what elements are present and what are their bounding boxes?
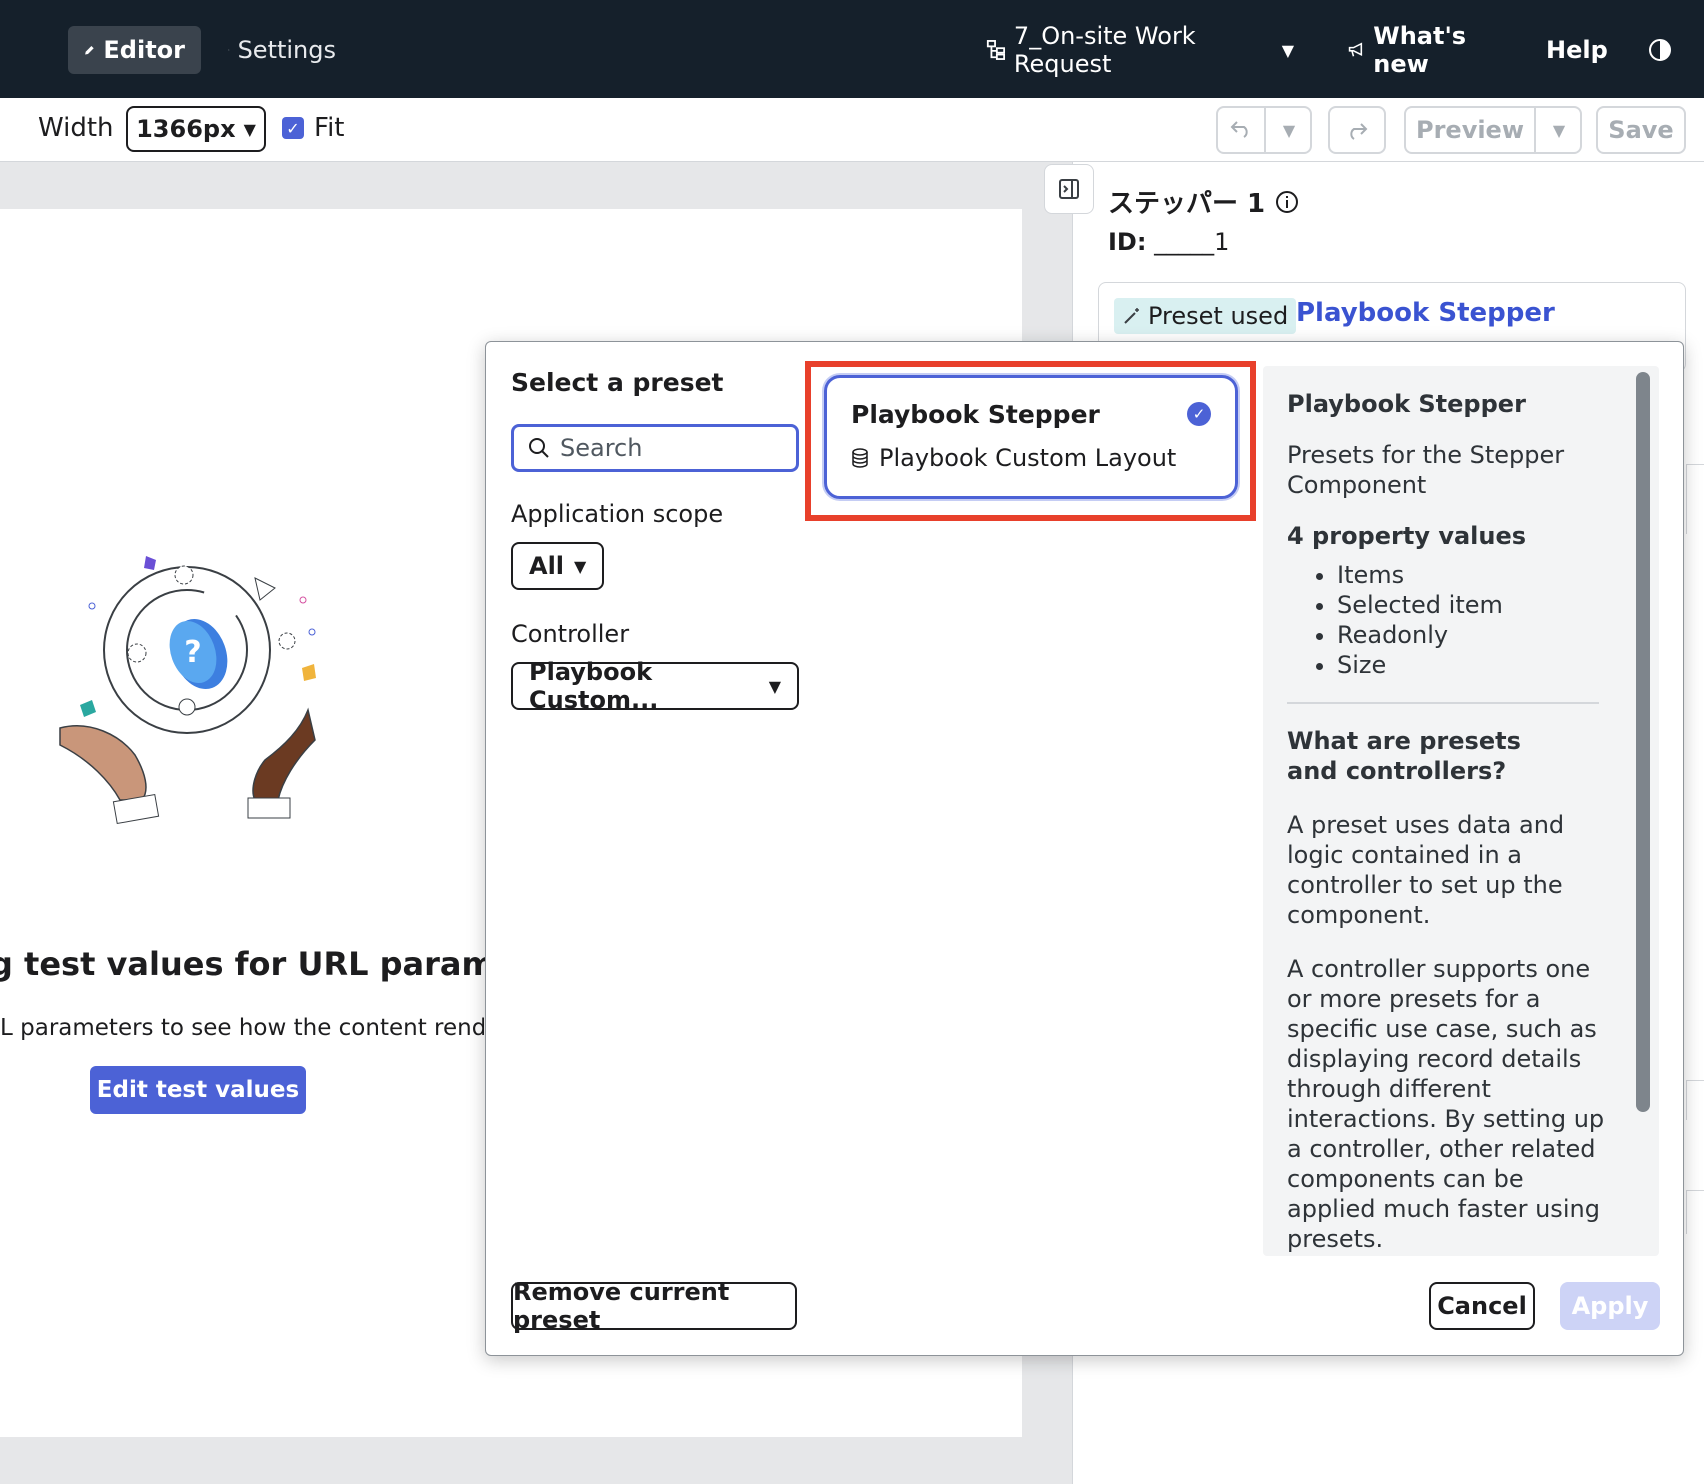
preset-used-label: Preset used (1148, 302, 1289, 330)
cancel-button[interactable]: Cancel (1429, 1282, 1535, 1330)
whats-new-button[interactable]: What's new (1332, 22, 1512, 78)
preset-option-subtitle: Playbook Custom Layout (879, 444, 1177, 472)
search-icon (529, 438, 549, 458)
svg-text:?: ? (184, 635, 201, 670)
search-placeholder: Search (560, 434, 643, 462)
list-item: Items (1337, 560, 1635, 590)
undo-group: ▼ (1216, 106, 1312, 154)
help-label: Help (1546, 36, 1608, 64)
fit-label: Fit (314, 113, 345, 143)
preset-used-tag: Preset used (1114, 298, 1297, 334)
preview-group: Preview ▼ (1404, 106, 1582, 154)
top-nav: Editor Settings 7_On-site Work Request ▼… (0, 0, 1704, 98)
info-description: Presets for the Stepper Component (1287, 441, 1565, 499)
chevron-down-icon: ▼ (1281, 40, 1294, 60)
gear-icon (228, 49, 230, 51)
panel-section-edge (1686, 1190, 1704, 1234)
settings-label: Settings (237, 36, 336, 64)
check-icon: ✓ (286, 118, 300, 138)
info-icon[interactable] (1275, 190, 1299, 214)
preset-option-controller: Playbook Custom Layout (851, 444, 1176, 472)
controller-value: Playbook Custom... (529, 658, 659, 714)
property-list: Items Selected item Readonly Size (1287, 560, 1635, 680)
list-item: Size (1337, 650, 1635, 680)
info-paragraph: A preset uses data and logic contained i… (1287, 811, 1565, 929)
contrast-icon (1649, 39, 1671, 61)
divider (1287, 702, 1599, 704)
megaphone-icon (1348, 42, 1363, 57)
apply-button[interactable]: Apply (1560, 1282, 1660, 1330)
undo-button[interactable] (1218, 116, 1264, 144)
panel-section-edge (1686, 464, 1704, 534)
scope-value: All (529, 552, 565, 580)
undo-icon (1230, 121, 1248, 138)
editor-tab[interactable]: Editor (68, 26, 201, 74)
scope-select[interactable]: All ▼ (511, 542, 605, 590)
id-label: ID: (1108, 228, 1147, 256)
save-button[interactable]: Save (1596, 106, 1686, 154)
info-scrollbar[interactable] (1636, 372, 1650, 1112)
component-name: ステッパー 1 (1108, 189, 1266, 219)
modal-heading: Select a preset (511, 368, 724, 397)
id-value: _____1 (1154, 228, 1230, 256)
editor-toolbar: Width 1366px ▼ ✓ Fit ▼ Preview ▼ Save (0, 98, 1704, 162)
settings-tab[interactable]: Settings (212, 26, 352, 74)
panel-collapse-button[interactable] (1044, 164, 1094, 214)
redo-button[interactable] (1328, 106, 1386, 154)
chevron-down-icon: ▼ (574, 556, 587, 576)
width-value: 1366px (136, 115, 236, 143)
empty-state-illustration: ? (59, 556, 316, 825)
check-icon: ✓ (1187, 402, 1211, 426)
undo-history-dropdown[interactable]: ▼ (1266, 121, 1312, 140)
search-input[interactable]: Search (511, 424, 799, 472)
info-title: Playbook Stepper (1287, 390, 1526, 418)
component-title: ステッパー 1 (1108, 183, 1299, 220)
fit-checkbox[interactable]: ✓ (282, 117, 304, 139)
contrast-toggle[interactable] (1640, 26, 1684, 74)
empty-state-subtitle: L parameters to see how the content rend… (0, 1015, 484, 1041)
editor-label: Editor (103, 36, 185, 64)
preset-option-card[interactable]: Playbook Stepper ✓ Playbook Custom Layou… (824, 375, 1238, 499)
list-item: Readonly (1337, 620, 1635, 650)
edit-test-values-button[interactable]: Edit test values (90, 1066, 306, 1114)
pencil-icon (85, 46, 94, 55)
info-what-heading: What are presets and controllers? (1287, 727, 1521, 785)
preset-modal: Select a preset Search Application scope… (485, 341, 1684, 1356)
whats-new-label: What's new (1373, 22, 1467, 78)
width-select[interactable]: 1366px ▼ (126, 106, 266, 152)
width-label: Width (38, 113, 114, 143)
info-property-count: 4 property values (1287, 522, 1527, 550)
preset-info-panel: Playbook Stepper Presets for the Stepper… (1263, 366, 1659, 1256)
scope-label: Application scope (511, 500, 724, 528)
app-name: 7_On-site Work Request (1013, 22, 1196, 78)
preset-option-title: Playbook Stepper (851, 400, 1100, 429)
help-button[interactable]: ? Help (1522, 26, 1622, 74)
controller-select[interactable]: Playbook Custom... ▼ (511, 658, 799, 714)
component-id: ID: _____1 (1108, 228, 1229, 256)
chevron-down-icon: ▼ (243, 119, 256, 139)
info-paragraph: A controller supports one or more preset… (1287, 955, 1605, 1253)
database-icon (852, 448, 868, 468)
controller-label: Controller (511, 620, 630, 648)
list-item: Selected item (1337, 590, 1635, 620)
panel-section-edge (1686, 1080, 1704, 1120)
preset-name-link[interactable]: Playbook Stepper (1296, 298, 1555, 328)
chevron-down-icon: ▼ (768, 676, 781, 696)
panel-collapse-icon (1059, 179, 1079, 199)
preview-dropdown[interactable]: ▼ (1536, 121, 1582, 140)
remove-preset-button[interactable]: Remove current preset (511, 1278, 797, 1334)
preview-button[interactable]: Preview (1406, 116, 1534, 144)
tree-icon (986, 40, 1006, 60)
empty-state-title: g test values for URL parameters (0, 945, 490, 983)
wand-icon (1124, 308, 1139, 324)
redo-icon (1350, 123, 1368, 140)
app-selector[interactable]: 7_On-site Work Request ▼ (970, 22, 1310, 78)
